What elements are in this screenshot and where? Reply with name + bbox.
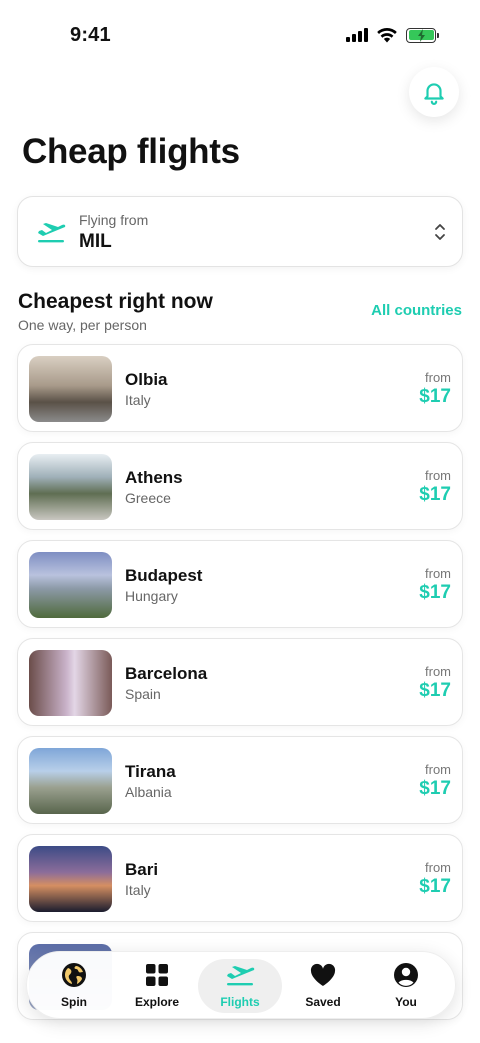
price-from-label: from [425,762,451,777]
destination-city: Bari [125,860,159,879]
destination-photo [29,552,112,618]
destination-price: $17 [419,484,451,505]
price-from-label: from [425,860,451,875]
price-from-label: from [425,664,451,679]
destination-photo [29,748,112,814]
destination-city: Athens [125,468,183,487]
destination-price: $17 [419,582,451,603]
section-title: Cheapest right now [18,290,213,313]
destination-city: Barcelona [125,664,208,683]
heart-icon [310,963,336,986]
section-subtitle: One way, per person [18,317,147,333]
tab-label: You [395,995,417,1009]
chevron-updown-icon [435,224,445,240]
destination-price: $17 [419,876,451,897]
all-countries-link[interactable]: All countries [371,302,462,319]
tab-label: Flights [220,995,260,1009]
destination-country: Spain [125,686,161,702]
destination-card[interactable]: Athens Greece from $17 [17,442,463,530]
tab-spin[interactable]: Spin [32,959,116,1013]
destination-card[interactable]: Bari Italy from $17 [17,834,463,922]
flying-from-value: MIL [79,231,112,252]
price-from-label: from [425,370,451,385]
status-time: 9:41 [70,24,111,46]
destination-city: Budapest [125,566,203,585]
tab-bar: Spin Explore Flights Saved You [26,951,456,1019]
destination-country: Albania [125,784,172,800]
destination-country: Hungary [125,588,178,604]
battery-icon [406,27,439,43]
tab-label: Explore [134,995,179,1009]
profile-icon [394,963,418,987]
grid-icon [146,964,168,986]
destination-country: Greece [125,490,171,506]
destination-price: $17 [419,386,451,407]
destination-price: $17 [419,680,451,701]
tab-saved[interactable]: Saved [281,959,365,1013]
destination-card[interactable]: Barcelona Spain from $17 [17,638,463,726]
flying-from-selector[interactable]: Flying from MIL [17,196,463,267]
destination-country: Italy [125,882,151,898]
status-bar: 9:41 [0,0,480,70]
destination-photo [29,846,112,912]
destination-city: Olbia [125,370,168,389]
destination-photo [29,454,112,520]
plane-takeoff-icon [38,223,66,243]
tab-flights[interactable]: Flights [198,959,282,1013]
cellular-signal-icon [346,28,368,42]
tab-label: Saved [305,995,341,1009]
page-title: Cheap flights [22,132,240,171]
destination-card[interactable]: Olbia Italy from $17 [17,344,463,432]
price-from-label: from [425,566,451,581]
notifications-button[interactable] [409,67,459,117]
destination-price: $17 [419,778,451,799]
destination-card[interactable]: Tirana Albania from $17 [17,736,463,824]
destination-card[interactable]: Budapest Hungary from $17 [17,540,463,628]
destination-photo [29,650,112,716]
destination-country: Italy [125,392,151,408]
wifi-icon [377,27,397,43]
flying-from-label: Flying from [79,212,149,228]
price-from-label: from [425,468,451,483]
bell-icon [424,83,444,105]
status-icons [346,26,439,44]
globe-icon [62,963,86,987]
plane-icon [227,966,255,986]
destination-city: Tirana [125,762,176,781]
tab-explore[interactable]: Explore [115,959,199,1013]
tab-you[interactable]: You [364,959,448,1013]
tab-label: Spin [61,995,87,1009]
destination-photo [29,356,112,422]
